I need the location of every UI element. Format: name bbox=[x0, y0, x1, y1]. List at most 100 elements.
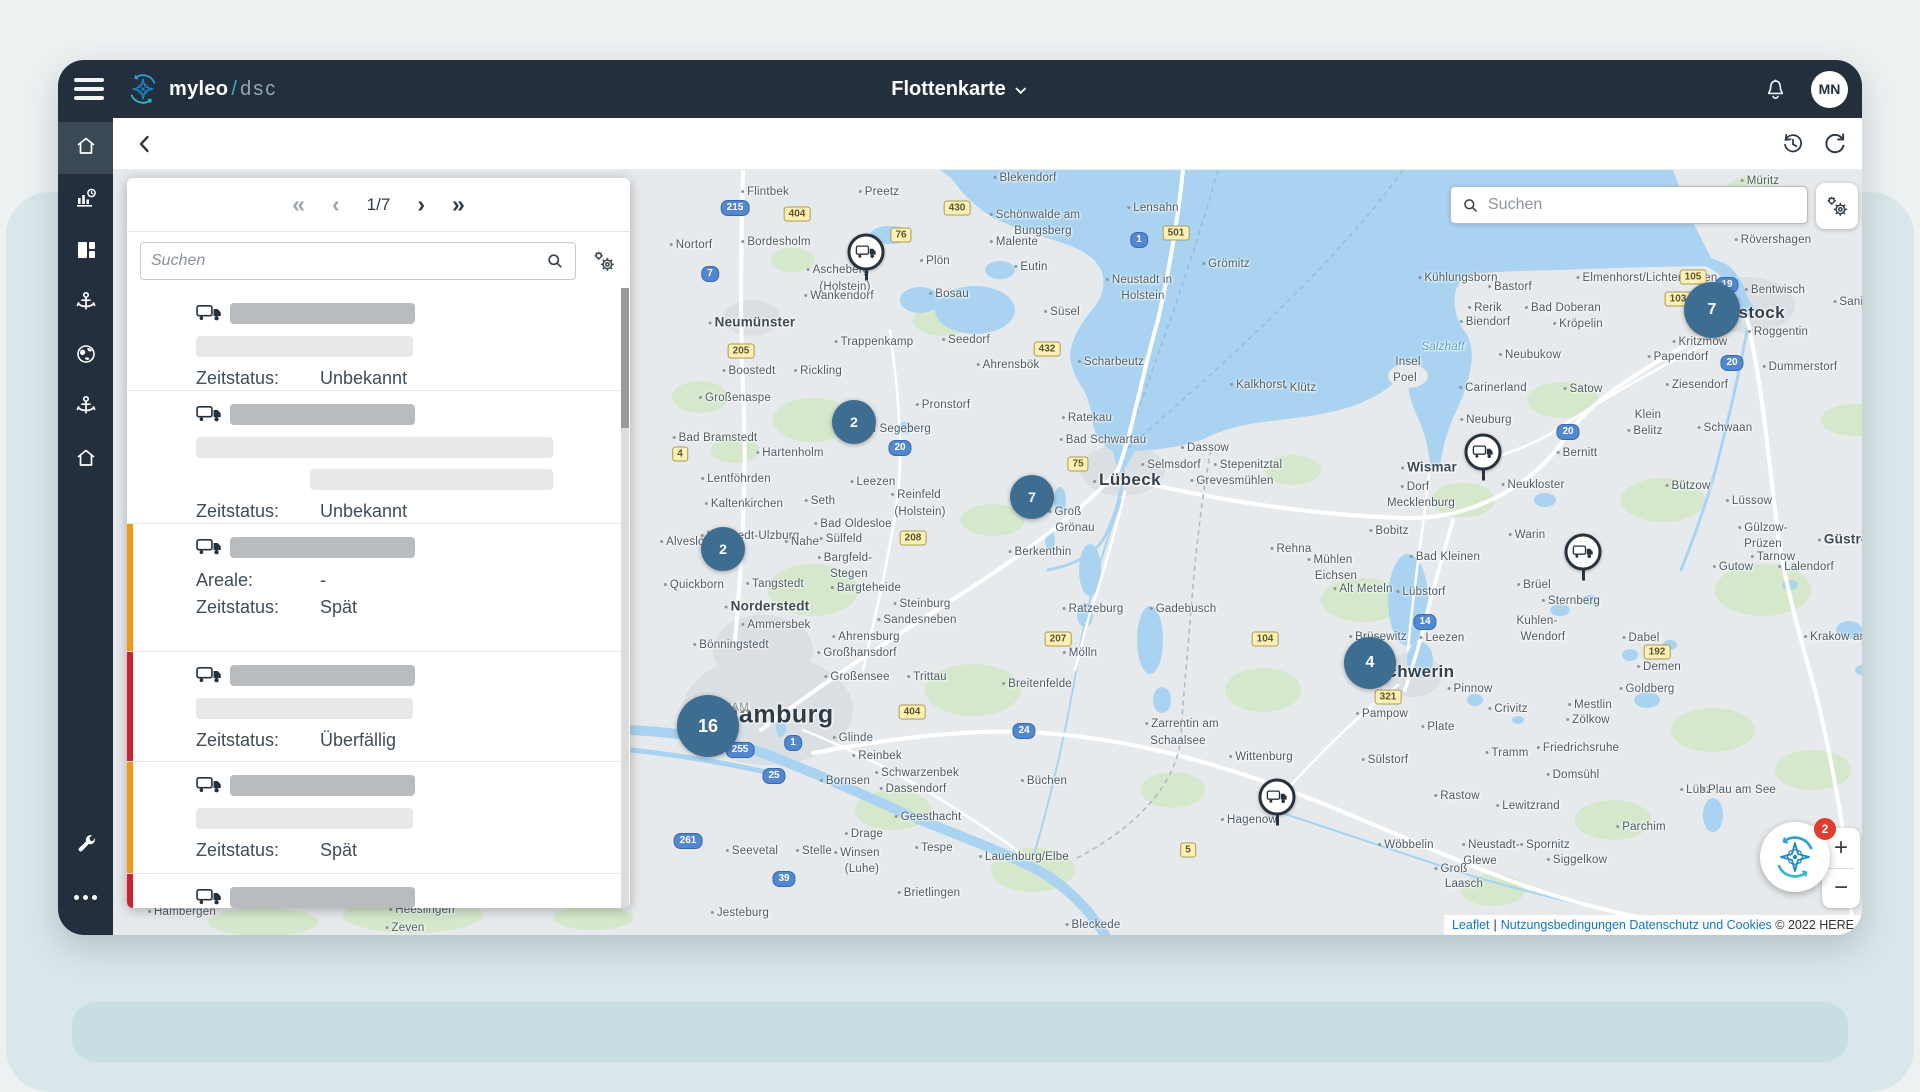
map-label: Crivitz bbox=[1488, 703, 1527, 715]
map-label: Satow bbox=[1564, 383, 1603, 395]
map-label: Zarrentin am bbox=[1145, 718, 1219, 730]
map[interactable]: FlintbekPreetzBlekendorfSchönwalde amBun… bbox=[113, 170, 1862, 935]
user-avatar[interactable]: MN bbox=[1811, 71, 1848, 108]
map-label: Ahrensburg bbox=[832, 631, 899, 643]
map-search-box[interactable] bbox=[1450, 186, 1808, 224]
anchor-icon bbox=[74, 290, 98, 319]
map-label: Reinbek bbox=[852, 750, 902, 762]
cluster-marker[interactable]: 4 bbox=[1344, 637, 1396, 689]
map-search-input[interactable] bbox=[1488, 196, 1797, 214]
terms-link[interactable]: Nutzungsbedingungen bbox=[1501, 918, 1626, 932]
map-label: Glinde bbox=[833, 732, 873, 744]
map-label: Gülzow- bbox=[1738, 522, 1788, 534]
cluster-marker[interactable]: 2 bbox=[832, 400, 876, 444]
toolbar bbox=[113, 118, 1862, 170]
road-badge: 430 bbox=[944, 201, 971, 216]
map-label: Wöbbelin bbox=[1378, 839, 1434, 851]
pagination-next-button[interactable]: › bbox=[417, 193, 425, 216]
truck-icon bbox=[196, 538, 223, 557]
hamburger-menu-icon[interactable] bbox=[74, 78, 104, 100]
redacted-title-bar bbox=[230, 775, 415, 796]
map-label: Mecklenburg bbox=[1387, 497, 1455, 509]
truck-marker[interactable] bbox=[1565, 534, 1602, 571]
map-label: Bützow bbox=[1666, 480, 1711, 492]
vehicle-list-item[interactable]: Zeitstatus:Überfällig bbox=[127, 651, 630, 761]
panel-search-input[interactable] bbox=[151, 252, 545, 270]
sidebar-item-tools[interactable] bbox=[58, 819, 113, 871]
map-label: Seth bbox=[805, 495, 835, 507]
vehicle-list-item[interactable]: Areale:-Zeitstatus:Spät bbox=[127, 523, 630, 651]
sidebar-item-statistics[interactable] bbox=[58, 174, 113, 226]
map-label: Plate bbox=[1421, 721, 1454, 733]
sidebar-item-port-2[interactable] bbox=[58, 382, 113, 434]
map-label: Dassow bbox=[1181, 442, 1229, 454]
list-settings-icon[interactable] bbox=[592, 249, 617, 274]
leaflet-link[interactable]: Leaflet bbox=[1452, 918, 1490, 932]
map-label: Neustadt- bbox=[1462, 839, 1520, 851]
panel-search-box[interactable] bbox=[140, 242, 576, 280]
map-label: Lübeck bbox=[1093, 470, 1161, 490]
truck-icon bbox=[196, 666, 223, 685]
map-label: Scharbeutz bbox=[1078, 356, 1144, 368]
scrollbar-thumb[interactable] bbox=[621, 288, 629, 428]
map-label: (Holstein) bbox=[894, 506, 945, 518]
map-label: Domsühl bbox=[1547, 769, 1600, 781]
map-label: Neumünster bbox=[709, 315, 796, 330]
map-label: Stepenitztal bbox=[1214, 459, 1283, 471]
map-label: Lalendorf bbox=[1778, 561, 1834, 573]
search-icon bbox=[545, 251, 565, 271]
map-label: Lübstorf bbox=[1396, 586, 1445, 598]
map-label: Selmsdorf bbox=[1141, 459, 1201, 471]
map-label: Klütz bbox=[1284, 382, 1317, 394]
pagination-last-button[interactable]: » bbox=[452, 193, 465, 216]
history-icon[interactable] bbox=[1780, 131, 1806, 157]
truck-marker[interactable] bbox=[1465, 434, 1502, 471]
page-title-dropdown[interactable]: Flottenkarte bbox=[891, 78, 1028, 101]
map-label: Grönau bbox=[1055, 522, 1095, 534]
sidebar-item-home[interactable] bbox=[58, 122, 113, 174]
vehicle-list-item[interactable]: Zeitstatus:Unbekannt bbox=[127, 390, 630, 523]
pagination-prev-button[interactable]: ‹ bbox=[332, 193, 340, 216]
road-badge: 7 bbox=[701, 266, 719, 282]
truck-marker[interactable] bbox=[1259, 779, 1296, 816]
notifications-bell-icon[interactable] bbox=[1762, 76, 1789, 103]
map-label: Bad Doberan bbox=[1525, 302, 1601, 314]
refresh-icon[interactable] bbox=[1822, 131, 1848, 157]
map-label: Biendorf bbox=[1460, 316, 1510, 328]
map-label: Bad Bramstedt bbox=[673, 432, 758, 444]
cluster-marker[interactable]: 7 bbox=[1684, 282, 1740, 338]
back-chevron-icon[interactable] bbox=[133, 132, 157, 156]
vehicle-list-item[interactable]: Areale:velzen, velzen2 bbox=[127, 873, 630, 908]
sidebar-item-port[interactable] bbox=[58, 278, 113, 330]
road-badge: 208 bbox=[900, 531, 927, 546]
map-label: Trappenkamp bbox=[835, 336, 914, 348]
map-label: Bargfeld- bbox=[818, 552, 872, 564]
vehicle-list-item[interactable]: Zeitstatus:Spät bbox=[127, 761, 630, 873]
sidebar-item-home-2[interactable] bbox=[58, 434, 113, 486]
myleo-fab-button[interactable]: 2 bbox=[1760, 822, 1830, 892]
map-label: Wismar bbox=[1401, 460, 1457, 475]
vehicle-list-item[interactable]: Zeitstatus:Unbekannt bbox=[127, 290, 630, 390]
truck-marker[interactable] bbox=[848, 234, 885, 271]
cluster-marker[interactable]: 7 bbox=[1010, 475, 1054, 519]
road-badge: 75 bbox=[1067, 457, 1088, 472]
map-label: Wankendorf bbox=[804, 290, 874, 302]
map-settings-button[interactable] bbox=[1816, 183, 1858, 229]
map-label: Neukloster bbox=[1502, 479, 1565, 491]
field-areale: Areale:- bbox=[196, 570, 614, 591]
map-label: Roggentin bbox=[1748, 326, 1808, 338]
sidebar-item-dashboard[interactable] bbox=[58, 226, 113, 278]
cluster-marker[interactable]: 2 bbox=[701, 527, 745, 571]
redacted-text-bar bbox=[196, 336, 413, 357]
zoom-out-button[interactable]: − bbox=[1822, 869, 1860, 909]
pagination-first-button[interactable]: « bbox=[292, 193, 305, 216]
map-label: Grömitz bbox=[1202, 258, 1250, 270]
map-label: Spornitz bbox=[1520, 839, 1570, 851]
redacted-title-bar bbox=[230, 303, 415, 324]
cluster-marker[interactable]: 16 bbox=[677, 695, 739, 757]
sidebar-item-more[interactable] bbox=[58, 871, 113, 923]
privacy-link[interactable]: Datenschutz und Cookies bbox=[1629, 918, 1771, 932]
redacted-text-bar bbox=[196, 437, 553, 458]
sidebar-item-global[interactable] bbox=[58, 330, 113, 382]
map-label: Brietlingen bbox=[898, 887, 961, 899]
